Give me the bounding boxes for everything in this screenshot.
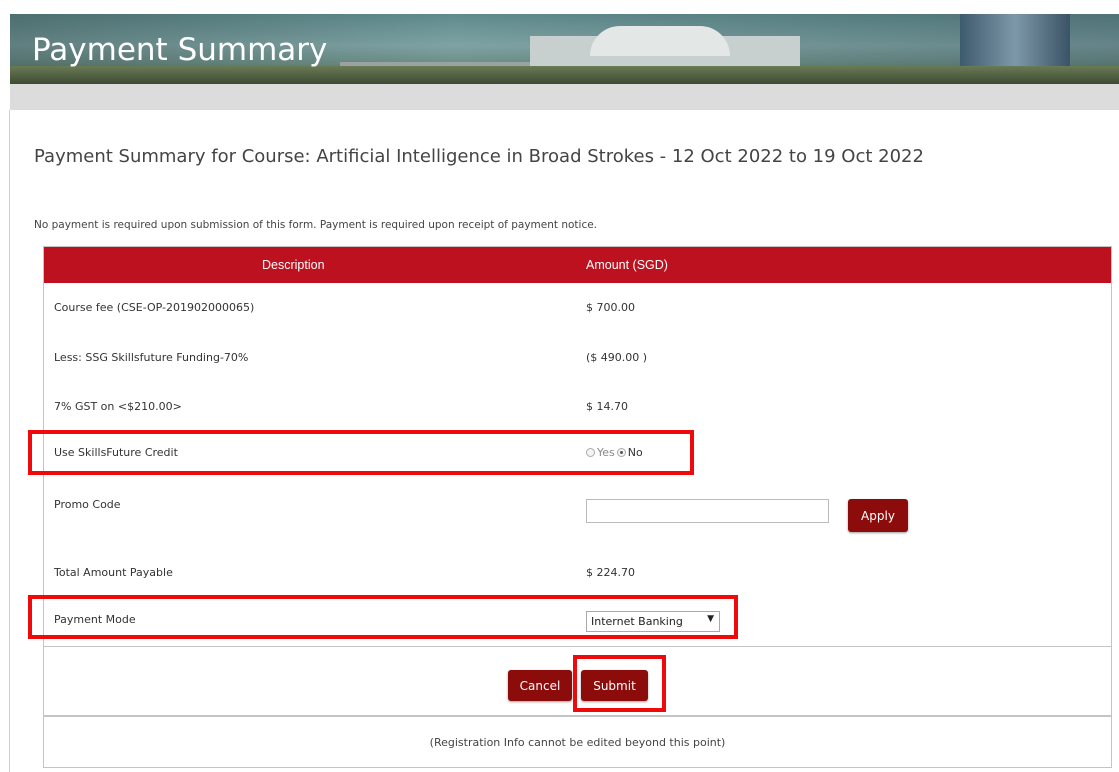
header-amount: Amount (SGD): [586, 258, 668, 272]
gst-value: $ 14.70: [586, 400, 628, 413]
payment-note: No payment is required upon submission o…: [34, 219, 598, 231]
highlight-payment-mode: [28, 595, 738, 639]
header-description: Description: [262, 258, 325, 272]
apply-button[interactable]: Apply: [848, 499, 908, 532]
course-heading: Payment Summary for Course: Artificial I…: [34, 146, 924, 167]
banner-divider: [10, 84, 1119, 110]
funding-value: ($ 490.00 ): [586, 351, 648, 364]
highlight-submit: [573, 655, 666, 712]
footer-note: (Registration Info cannot be edited beyo…: [43, 716, 1112, 768]
page-title: Payment Summary: [32, 32, 328, 68]
total-label: Total Amount Payable: [54, 566, 173, 579]
banner-dome: [590, 26, 730, 56]
banner-trees: [10, 66, 1119, 84]
content-left-border: [9, 110, 10, 772]
cancel-button[interactable]: Cancel: [508, 670, 572, 701]
promo-code-label: Promo Code: [54, 498, 121, 511]
funding-label: Less: SSG Skillsfuture Funding-70%: [54, 351, 249, 364]
promo-code-input[interactable]: [586, 499, 829, 523]
course-fee-value: $ 700.00: [586, 301, 635, 314]
table-header: Description Amount (SGD): [44, 247, 1111, 283]
highlight-skillsfuture: [28, 430, 694, 475]
page-banner: Payment Summary: [10, 14, 1119, 84]
gst-label: 7% GST on <$210.00>: [54, 400, 182, 413]
total-value: $ 224.70: [586, 566, 635, 579]
course-fee-label: Course fee (CSE-OP-201902000065): [54, 301, 255, 314]
